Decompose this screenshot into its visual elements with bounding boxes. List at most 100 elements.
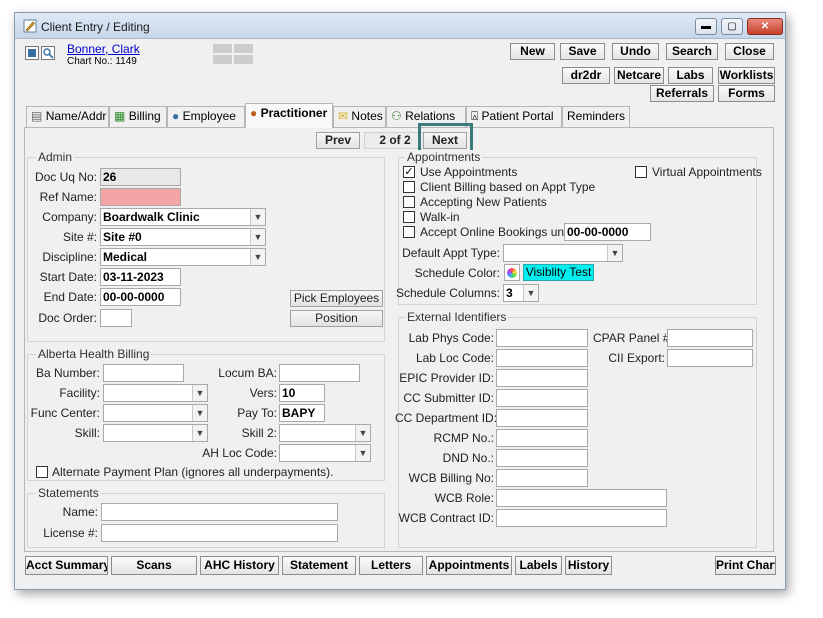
statement-name-label: Name: — [62, 505, 98, 519]
virtual-appointments-checkbox[interactable] — [635, 166, 647, 178]
online-bookings-checkbox[interactable] — [403, 226, 415, 238]
portal-icon: ⍓ — [471, 109, 479, 123]
color-picker-icon[interactable] — [504, 264, 520, 281]
scans-button[interactable]: Scans — [111, 556, 197, 575]
tab-name-addr[interactable]: ▤ Name/Addr — [26, 106, 109, 127]
statement-button[interactable]: Statement — [282, 556, 356, 575]
start-date-field[interactable]: 03-11-2023 — [100, 268, 181, 286]
dnd-label: DND No.: — [442, 451, 494, 465]
use-appointments-checkbox[interactable]: ✓ — [403, 166, 415, 178]
referrals-button[interactable]: Referrals — [650, 85, 714, 102]
lab-phys-field[interactable] — [496, 329, 588, 347]
tab-practitioner[interactable]: ● Practitioner — [245, 103, 333, 128]
func-center-select[interactable]: ▼ — [103, 404, 208, 422]
minimize-button[interactable]: ▬ — [695, 18, 717, 35]
appointments-button[interactable]: Appointments — [426, 556, 512, 575]
next-button[interactable]: Next — [423, 132, 467, 149]
epic-field[interactable] — [496, 369, 588, 387]
client-billing-label: Client Billing based on Appt Type — [420, 180, 596, 194]
position-button[interactable]: Position — [290, 310, 383, 327]
default-appt-type-select[interactable]: ▼ — [503, 244, 623, 262]
close-window-button[interactable]: ✕ — [747, 18, 783, 35]
practitioner-panel: Prev 2 of 2 Next Admin Doc Uq No: 26 Ref… — [24, 123, 774, 552]
close-button[interactable]: Close — [725, 43, 774, 60]
admin-legend: Admin — [36, 150, 75, 164]
id-card-icon: ▤ — [31, 109, 43, 123]
facility-select[interactable]: ▼ — [103, 384, 208, 402]
ref-name-field[interactable] — [100, 188, 181, 206]
search-patient-icon[interactable] — [41, 46, 55, 60]
wcb-contract-label: WCB Contract ID: — [398, 511, 494, 525]
print-chart-button[interactable]: Print Chart — [715, 556, 776, 575]
search-button[interactable]: Search — [666, 43, 718, 60]
wcb-billing-field[interactable] — [496, 469, 588, 487]
pay-to-field[interactable]: BAPY — [279, 404, 325, 422]
ahc-history-button[interactable]: AHC History — [200, 556, 279, 575]
ref-name-label: Ref Name: — [39, 190, 97, 204]
ba-number-label: Ba Number: — [35, 366, 100, 380]
client-entry-window: Client Entry / Editing ▬ ▢ ✕ Bonner, Cla… — [14, 12, 786, 590]
tab-notes[interactable]: ✉ Notes — [333, 106, 386, 127]
cc-department-field[interactable] — [496, 409, 588, 427]
labs-button[interactable]: Labs — [668, 67, 713, 84]
vers-field[interactable]: 10 — [279, 384, 325, 402]
client-billing-checkbox[interactable] — [403, 181, 415, 193]
statement-name-field[interactable] — [101, 503, 338, 521]
tab-billing[interactable]: ▦ Billing — [109, 106, 167, 127]
labels-button[interactable]: Labels — [515, 556, 562, 575]
netcare-button[interactable]: Netcare — [614, 67, 664, 84]
alt-payment-plan-checkbox[interactable] — [36, 466, 48, 478]
skill-select[interactable]: ▼ — [103, 424, 208, 442]
alt-payment-plan-label: Alternate Payment Plan (ignores all unde… — [52, 465, 334, 479]
schedule-color-label: Schedule Color: — [414, 266, 500, 280]
save-button[interactable]: Save — [560, 43, 605, 60]
doc-order-field[interactable] — [100, 309, 132, 327]
end-date-field[interactable]: 00-00-0000 — [100, 288, 181, 306]
chevron-down-icon: ▼ — [355, 425, 370, 441]
lab-loc-field[interactable] — [496, 349, 588, 367]
acct-summary-button[interactable]: Acct Summary — [25, 556, 108, 575]
worklists-button[interactable]: Worklists — [718, 67, 775, 84]
forms-button[interactable]: Forms — [718, 85, 775, 102]
skill2-select[interactable]: ▼ — [279, 424, 371, 442]
cc-submitter-field[interactable] — [496, 389, 588, 407]
cpar-panel-label: CPAR Panel # — [593, 331, 670, 345]
locum-ba-field[interactable] — [279, 364, 360, 382]
patient-card-icon[interactable] — [25, 46, 39, 60]
schedule-columns-select[interactable]: 3 ▼ — [503, 284, 539, 302]
rcmp-field[interactable] — [496, 429, 588, 447]
wcb-billing-label: WCB Billing No: — [408, 471, 494, 485]
accepting-patients-checkbox[interactable] — [403, 196, 415, 208]
letters-button[interactable]: Letters — [359, 556, 423, 575]
tab-patient-portal[interactable]: ⍓ Patient Portal — [466, 106, 562, 127]
pick-employees-button[interactable]: Pick Employees — [290, 290, 383, 307]
tree-icon: ⚇ — [391, 109, 402, 123]
cpar-panel-field[interactable] — [667, 329, 753, 347]
walk-in-checkbox[interactable] — [403, 211, 415, 223]
history-button[interactable]: History — [565, 556, 612, 575]
undo-button[interactable]: Undo — [612, 43, 659, 60]
wcb-contract-field[interactable] — [496, 509, 667, 527]
new-button[interactable]: New — [510, 43, 555, 60]
site-select[interactable]: Site #0 ▼ — [100, 228, 266, 246]
dnd-field[interactable] — [496, 449, 588, 467]
wcb-role-label: WCB Role: — [434, 491, 494, 505]
tab-employee[interactable]: ● Employee — [167, 106, 245, 127]
tab-reminders[interactable]: Reminders — [562, 106, 630, 127]
discipline-select[interactable]: Medical ▼ — [100, 248, 266, 266]
patient-name-link[interactable]: Bonner, Clark — [67, 42, 140, 56]
prev-button[interactable]: Prev — [316, 132, 360, 149]
license-field[interactable] — [101, 524, 338, 542]
maximize-button[interactable]: ▢ — [721, 18, 743, 35]
cii-export-field[interactable] — [667, 349, 753, 367]
schedule-columns-label: Schedule Columns: — [395, 286, 500, 300]
ba-number-field[interactable] — [103, 364, 184, 382]
wcb-role-field[interactable] — [496, 489, 667, 507]
company-label: Company: — [42, 210, 97, 224]
ah-loc-code-select[interactable]: ▼ — [279, 444, 371, 462]
dr2dr-button[interactable]: dr2dr — [562, 67, 610, 84]
calculator-icon: ▦ — [114, 109, 126, 123]
company-select[interactable]: Boardwalk Clinic ▼ — [100, 208, 266, 226]
user-icon: ● — [172, 109, 180, 123]
online-bookings-date[interactable]: 00-00-0000 — [564, 223, 651, 241]
